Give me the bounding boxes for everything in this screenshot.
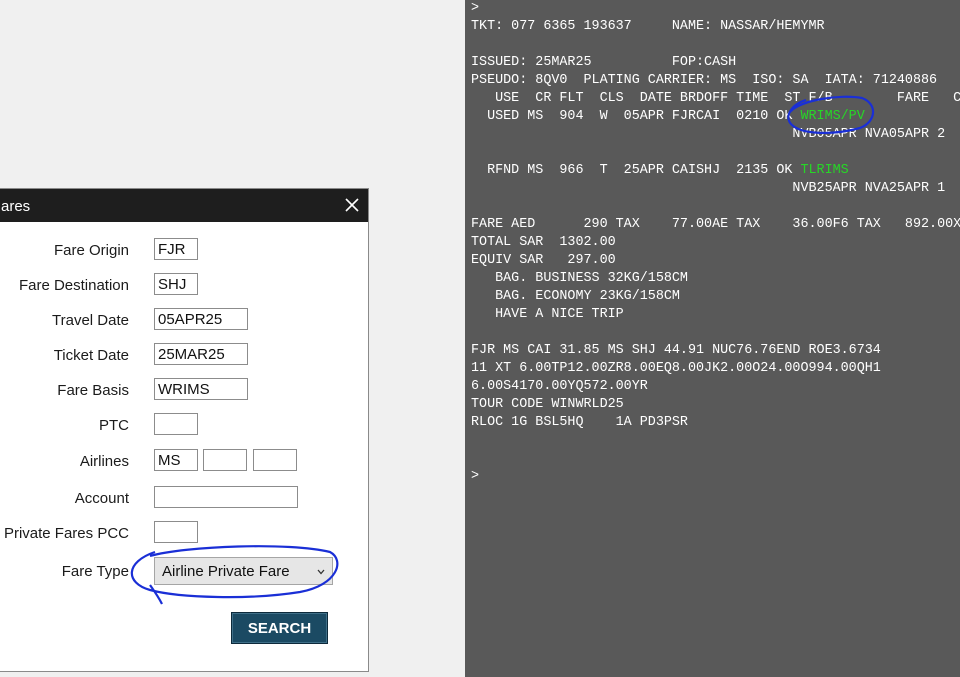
terminal-line: EQUIV SAR 297.00 [471, 253, 616, 268]
terminal-line: HAVE A NICE TRIP [471, 307, 624, 322]
airline-input-3[interactable] [253, 449, 297, 471]
terminal-line: > [471, 1, 480, 16]
travel-date-input[interactable] [154, 308, 248, 330]
terminal-window[interactable]: > TKT: 077 6365 193637 NAME: NASSAR/HEMY… [465, 0, 960, 677]
account-input[interactable] [154, 486, 298, 508]
airlines-label: Airlines [79, 453, 129, 470]
fare-type-label: Fare Type [61, 563, 129, 580]
terminal-line: TOTAL SAR 1302.00 [471, 235, 616, 250]
terminal-line: RFND MS 966 T 25APR CAISHJ 2135 OK [471, 163, 801, 178]
private-fares-pcc-label: Private Fares PCC [3, 525, 129, 542]
fare-basis-label: Fare Basis [57, 382, 129, 399]
close-icon[interactable] [342, 195, 362, 215]
terminal-line: TOUR CODE WINWRLD25 [471, 397, 624, 412]
chevron-down-icon [317, 569, 325, 575]
dialog-title: ares [1, 198, 31, 215]
terminal-line: BAG. BUSINESS 32KG/158CM [471, 271, 688, 286]
fare-origin-label: Fare Origin [53, 242, 129, 259]
terminal-output: > TKT: 077 6365 193637 NAME: NASSAR/HEMY… [471, 0, 960, 486]
airline-input-1[interactable] [154, 449, 198, 471]
terminal-line: FARE AED 290 TAX 77.00AE TAX 36.00F6 TAX… [471, 217, 960, 232]
terminal-line: NVB25APR NVA25APR 1 [471, 181, 946, 196]
terminal-line: ISSUED: 25MAR25 FOP:CASH [471, 55, 737, 70]
airline-input-2[interactable] [203, 449, 247, 471]
ptc-input[interactable] [154, 413, 198, 435]
terminal-line: RLOC 1G BSL5HQ 1A PD3PSR [471, 415, 688, 430]
fare-destination-input[interactable] [154, 273, 198, 295]
terminal-line: 11 XT 6.00TP12.00ZR8.00EQ8.00JK2.00O24.0… [471, 361, 881, 376]
fare-destination-label: Fare Destination [18, 277, 129, 294]
private-fares-pcc-input[interactable] [154, 521, 198, 543]
dialog-titlebar: ares [0, 189, 368, 222]
fare-type-select[interactable]: Airline Private Fare [154, 557, 333, 585]
terminal-line: USE CR FLT CLS DATE BRDOFF TIME ST F/B F… [471, 91, 960, 106]
fare-basis-highlight: WRIMS/PV [800, 109, 865, 124]
account-label: Account [74, 490, 129, 507]
fare-basis-input[interactable] [154, 378, 248, 400]
terminal-line: PSEUDO: 8QV0 PLATING CARRIER: MS ISO: SA… [471, 73, 938, 88]
terminal-line: NVB05APR NVA05APR 2 [471, 127, 946, 142]
fare-basis-highlight: TLRIMS [800, 163, 849, 178]
ptc-label: PTC [99, 417, 129, 434]
terminal-line: TKT: 077 6365 193637 NAME: NASSAR/HEMYMR [471, 19, 825, 34]
terminal-line: USED MS 904 W 05APR FJRCAI 0210 OK [471, 109, 801, 124]
search-button[interactable]: SEARCH [231, 612, 328, 644]
fare-type-selected-value: Airline Private Fare [162, 563, 290, 580]
travel-date-label: Travel Date [52, 312, 129, 329]
fares-dialog: ares Fare Origin Fare Destination Travel… [0, 188, 369, 672]
terminal-line: BAG. ECONOMY 23KG/158CM [471, 289, 680, 304]
terminal-line: 6.00S4170.00YQ572.00YR [471, 379, 648, 394]
terminal-prompt: > [471, 469, 480, 484]
ticket-date-input[interactable] [154, 343, 248, 365]
ticket-date-label: Ticket Date [53, 347, 129, 364]
fare-origin-input[interactable] [154, 238, 198, 260]
terminal-line: FJR MS CAI 31.85 MS SHJ 44.91 NUC76.76EN… [471, 343, 881, 358]
